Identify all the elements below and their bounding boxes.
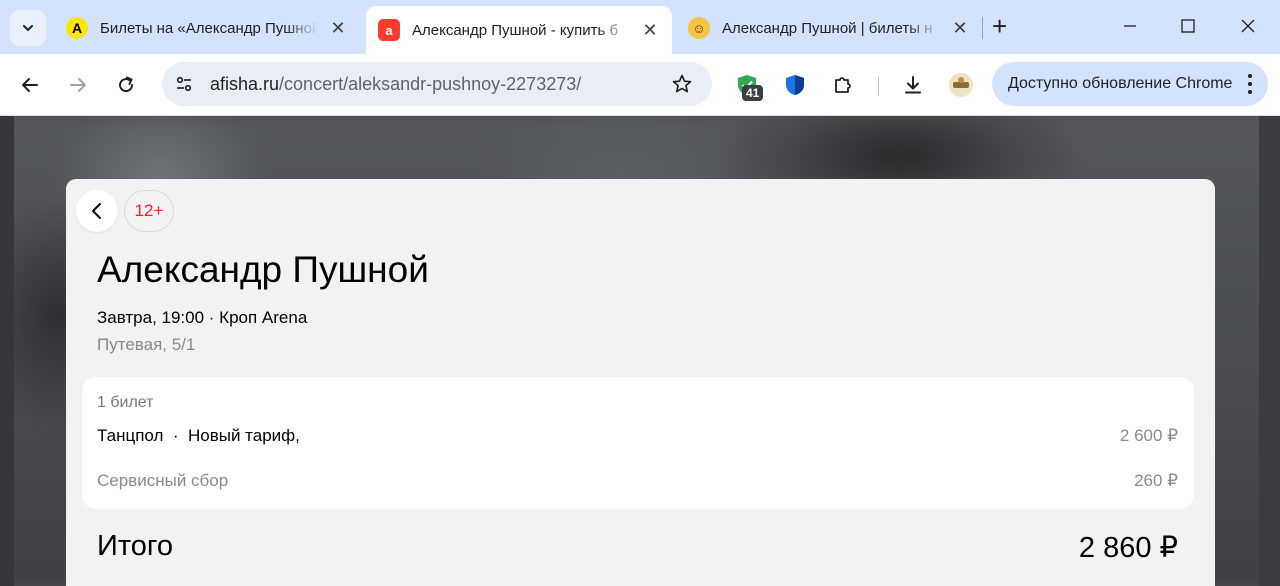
more-menu-icon[interactable] (1248, 74, 1252, 98)
tab-strip: A Билеты на «Александр Пушной ✕ a Алекса… (0, 0, 1280, 54)
url-path: /concert/aleksandr-pushnoy-2273273/ (279, 73, 582, 94)
tab-2-title: Александр Пушной - купить б (412, 21, 619, 39)
bookmark-star-icon[interactable] (664, 66, 700, 102)
profile-avatar-icon[interactable] (946, 70, 976, 100)
close-icon (1241, 19, 1255, 33)
age-rating-badge: 12+ (124, 190, 174, 232)
arrow-right-icon (70, 78, 86, 92)
reload-icon (119, 76, 134, 93)
ticket-category: Танцпол · Новый тариф, (97, 426, 300, 445)
order-modal: 12+ Александр Пушной Завтра, 19:00 · Кро… (66, 179, 1215, 586)
shield-extension-icon[interactable] (780, 70, 810, 100)
ticket-count: 1 билет (97, 394, 154, 411)
afisha-a-icon: A (66, 17, 88, 39)
tab-1-title: Билеты на «Александр Пушной (100, 19, 318, 37)
extension-badge-count: 41 (742, 85, 764, 101)
back-button[interactable] (76, 190, 118, 232)
ticket-price: 2 600 ₽ (1119, 426, 1178, 445)
event-datetime-venue: Завтра, 19:00 · Кроп Arena (97, 308, 308, 327)
service-fee-label: Сервисный сбор (97, 471, 229, 490)
arrow-left-icon (22, 78, 38, 92)
chrome-update-button[interactable]: Доступно обновление Chrome (992, 62, 1268, 106)
update-label: Доступно обновление Chrome (1008, 75, 1233, 92)
tab-2[interactable]: a Александр Пушной - купить б ✕ (366, 6, 672, 54)
background-edge-right (1259, 116, 1280, 586)
close-icon[interactable]: ✕ (640, 20, 660, 41)
new-tab-button[interactable]: + (992, 12, 1007, 40)
toolbar-divider (878, 76, 879, 96)
event-address: Путевая, 5/1 (97, 335, 196, 354)
tab-search-button[interactable] (10, 10, 46, 46)
reload-button[interactable] (108, 67, 144, 103)
tab-divider (982, 17, 983, 39)
url-text: afisha.ru/concert/aleksandr-pushnoy-2273… (210, 74, 664, 95)
address-bar[interactable]: afisha.ru/concert/aleksandr-pushnoy-2273… (162, 62, 712, 106)
chevron-left-icon (92, 203, 101, 219)
extensions-puzzle-icon[interactable] (828, 70, 858, 100)
site-info-icon[interactable] (170, 70, 198, 98)
tab-3-title: Александр Пушной | билеты н (722, 19, 933, 37)
window-close-button[interactable] (1236, 14, 1260, 38)
afisha-logo-icon: a (378, 19, 400, 41)
total-price: 2 860 ₽ (1078, 532, 1178, 564)
tab-1[interactable]: A Билеты на «Александр Пушной ✕ (54, 8, 360, 48)
service-fee-price: 260 ₽ (1134, 471, 1178, 490)
event-title: Александр Пушной (97, 249, 429, 290)
close-icon[interactable]: ✕ (328, 18, 348, 39)
download-icon[interactable] (898, 70, 928, 100)
tab-3[interactable]: ☺ Александр Пушной | билеты н ✕ (676, 8, 982, 48)
total-label: Итого (97, 530, 173, 562)
maximize-icon (1181, 19, 1195, 33)
url-host: afisha.ru (210, 73, 280, 94)
minimize-button[interactable] (1118, 14, 1142, 38)
extension-badge: 41 (742, 84, 764, 102)
close-icon[interactable]: ✕ (950, 18, 970, 39)
smiley-icon: ☺ (688, 17, 710, 39)
minimize-icon (1124, 25, 1136, 27)
maximize-button[interactable] (1176, 14, 1200, 38)
forward-nav-button[interactable] (60, 67, 96, 103)
chevron-down-icon (23, 25, 33, 32)
page-viewport: 12+ Александр Пушной Завтра, 19:00 · Кро… (0, 116, 1280, 586)
ticket-summary-card: 1 билет Танцпол · Новый тариф, 2 600 ₽ С… (82, 377, 1194, 509)
back-nav-button[interactable] (12, 67, 48, 103)
background-edge-left (0, 116, 14, 586)
